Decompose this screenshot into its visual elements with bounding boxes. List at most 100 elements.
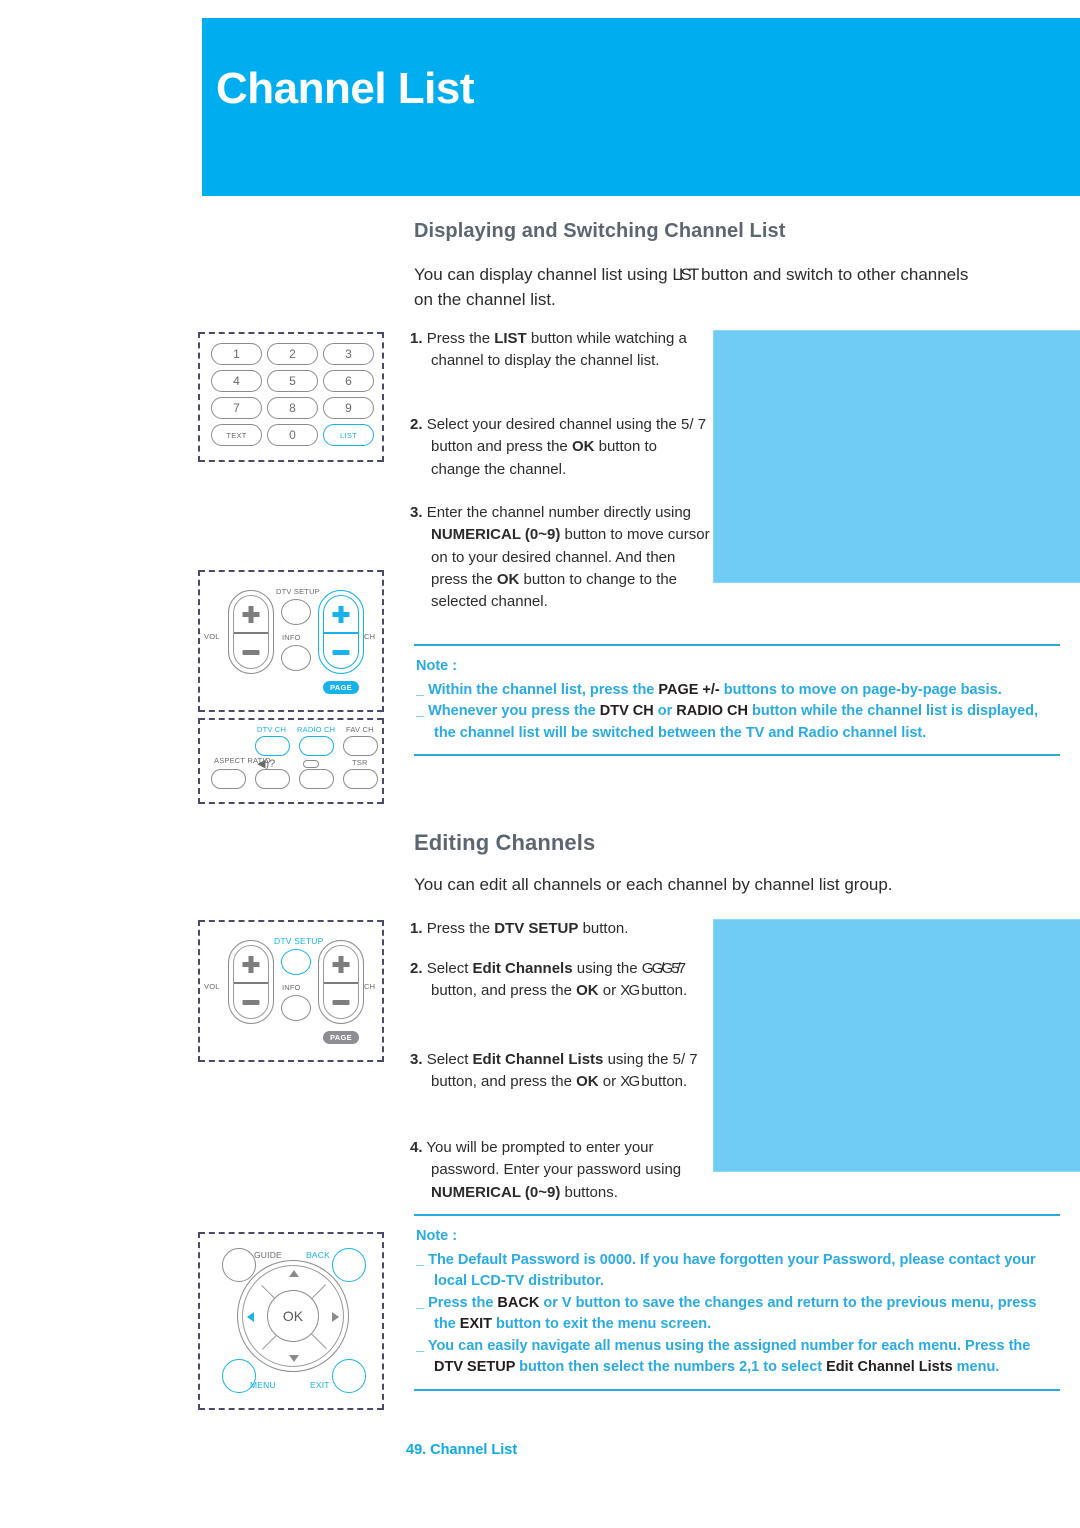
dtv-ch-button[interactable] (255, 736, 290, 756)
subtitle-button[interactable] (299, 769, 334, 789)
dtv-setup-label: DTV SETUP (274, 936, 324, 946)
note-item-post: buttons to move on page-by-page basis. (719, 681, 1002, 698)
key-text[interactable]: TEXT (211, 424, 262, 446)
arrow-down-icon[interactable] (289, 1355, 299, 1362)
back-button[interactable] (332, 1248, 366, 1282)
radio-ch-label: RADIO CH (297, 725, 336, 734)
step-text-b: button and press the (431, 438, 572, 456)
ok-button[interactable]: OK (267, 1290, 319, 1342)
note-item-pre: Whenever you press the (428, 703, 600, 719)
remote-diagram-dpad: GUIDE BACK OK MENU EXIT (198, 1232, 384, 1410)
keypad-row: 1 2 3 (211, 343, 375, 365)
guide-button[interactable] (222, 1248, 256, 1282)
note-key-exit: EXIT (459, 1316, 493, 1332)
step-number: 2. (410, 416, 423, 433)
note-item-pre: Within the channel list, press the (428, 681, 659, 698)
step-3-enter-number: 3. Enter the channel number directly usi… (410, 502, 710, 613)
step-text-c: button, and press the (431, 1073, 577, 1091)
note-item-pre: You can easily navigate all menus using … (427, 1337, 1031, 1354)
note-item-pre: Press the (428, 1294, 498, 1311)
minus-icon (332, 650, 350, 655)
info-label: INFO (282, 983, 301, 992)
key-4[interactable]: 4 (211, 370, 262, 392)
key-1[interactable]: 1 (211, 343, 262, 365)
arrow-left-icon[interactable] (247, 1312, 254, 1322)
step-4-enter-password: 4. You will be prompted to enter your pa… (410, 1137, 710, 1204)
arrow-up-icon[interactable] (289, 1270, 299, 1277)
frame-bottom-dash (199, 710, 383, 712)
intro-text-a: You can display channel list using (414, 265, 673, 284)
exit-label: EXIT (310, 1380, 330, 1390)
key-0[interactable]: 0 (267, 424, 318, 446)
page-footer: 49. Channel List (406, 1442, 518, 1458)
tsr-button[interactable] (343, 769, 378, 789)
section-one-intro: You can display channel list using LIST … (414, 262, 1014, 312)
aspect-ratio-button[interactable] (211, 769, 246, 789)
key-9[interactable]: 9 (323, 397, 374, 419)
note-item: _ The Default Password is 0000. If you h… (416, 1251, 1036, 1290)
info-button[interactable] (281, 645, 311, 671)
rocker-divider (234, 632, 268, 635)
vol-rocker[interactable] (228, 590, 274, 674)
note-block-two: Note : _ The Default Password is 0000. I… (414, 1214, 1060, 1391)
note-key-dtv-setup: DTV SETUP (434, 1359, 516, 1375)
rocker-divider (324, 982, 358, 985)
step-text-a: Press the (426, 920, 495, 937)
exit-button[interactable] (332, 1359, 366, 1393)
page-badge[interactable]: PAGE (323, 681, 359, 694)
key-3[interactable]: 3 (323, 343, 374, 365)
step-text-a: Enter the channel number directly using (426, 504, 692, 521)
minus-icon (242, 650, 260, 655)
frame-bottom-dash (199, 1060, 383, 1062)
intro-text-c: button and switch to other channels (696, 265, 969, 284)
ch-label: CH (364, 632, 376, 641)
step-text-a: Select (426, 960, 473, 977)
frame-top-dash (199, 1232, 383, 1234)
sound-button[interactable] (255, 769, 290, 789)
step-keyword-edit-channel-lists: Edit Channel Lists (472, 1051, 604, 1068)
step-glyph-updown: 5/ 7 (681, 416, 707, 433)
dtv-setup-button[interactable] (281, 599, 311, 625)
navigation-ring[interactable]: OK (237, 1260, 349, 1372)
note-item: _ Whenever you press the DTV CH or RADIO… (416, 703, 1039, 741)
fav-ch-label: FAV CH (346, 725, 374, 734)
note-block-one: Note : _ Within the channel list, press … (414, 644, 1060, 756)
key-2[interactable]: 2 (267, 343, 318, 365)
screenshot-placeholder-channel-list (713, 330, 1080, 583)
guide-label: GUIDE (254, 1250, 282, 1260)
plus-icon (242, 606, 260, 623)
key-5[interactable]: 5 (267, 370, 318, 392)
menu-label: MENU (250, 1380, 276, 1390)
step-glyph-right: X G (620, 982, 640, 1000)
key-list[interactable]: LIST (323, 424, 374, 446)
key-8[interactable]: 8 (267, 397, 318, 419)
step-text-b: using the (572, 960, 642, 977)
step-2-select-edit-channels: 2. Select Edit Channels using the G G/G … (410, 958, 710, 1003)
key-7[interactable]: 7 (211, 397, 262, 419)
info-label: INFO (282, 633, 301, 642)
ch-rocker[interactable] (318, 590, 364, 674)
page-badge[interactable]: PAGE (323, 1031, 359, 1044)
radio-ch-button[interactable] (299, 736, 334, 756)
plus-icon (332, 606, 350, 623)
intro-key-list: LIST (672, 265, 699, 284)
dtv-setup-button[interactable] (281, 949, 311, 975)
note-item: _ Press the BACK or V button to save the… (416, 1294, 1037, 1333)
keypad-row: 4 5 6 (211, 370, 375, 392)
note-item-mid: or (653, 703, 677, 719)
step-keyword-ok: OK (576, 982, 599, 1000)
frame-top-dash (199, 570, 383, 572)
key-6[interactable]: 6 (323, 370, 374, 392)
frame-bottom-dash (199, 802, 383, 804)
fav-ch-button[interactable] (343, 736, 378, 756)
aspect-ratio-label: ASPECT RATIO (214, 756, 271, 765)
info-button[interactable] (281, 995, 311, 1021)
step-keyword-numerical: NUMERICAL (0~9) (431, 1183, 561, 1201)
step-keyword-numerical: NUMERICAL (0~9) (431, 526, 561, 544)
step-number: 4. (410, 1139, 423, 1156)
rocker-divider (324, 632, 358, 635)
ch-rocker[interactable] (318, 940, 364, 1024)
vol-rocker[interactable] (228, 940, 274, 1024)
note-glyph-v: V (561, 1294, 572, 1311)
arrow-right-icon[interactable] (332, 1312, 339, 1322)
